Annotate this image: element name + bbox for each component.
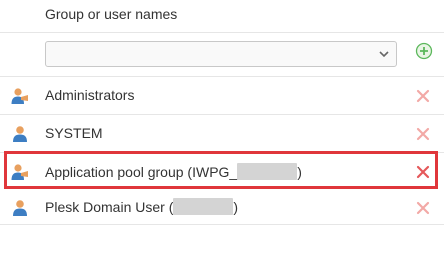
remove-icon[interactable] (415, 88, 431, 104)
add-principal-row (0, 33, 444, 77)
group-user-icon (11, 88, 28, 104)
remove-icon[interactable] (415, 164, 431, 180)
group-user-icon (11, 164, 28, 180)
column-title: Group or user names (45, 6, 178, 22)
list-item[interactable]: Administrators (0, 77, 444, 115)
user-icon (13, 126, 27, 142)
principal-name: Administrators (45, 87, 135, 103)
principal-name: Plesk Domain User () (45, 198, 239, 215)
principal-select[interactable] (45, 41, 397, 67)
principal-name: SYSTEM (45, 125, 103, 141)
remove-icon[interactable] (415, 126, 431, 142)
remove-icon[interactable] (415, 200, 431, 216)
header-row: Group or user names (0, 0, 444, 33)
add-icon[interactable] (415, 42, 433, 60)
permissions-panel: Group or user names Administrators SYSTE… (0, 0, 444, 258)
user-icon (13, 200, 27, 216)
chevron-down-icon (379, 51, 389, 58)
list-item[interactable]: Plesk Domain User () (0, 191, 444, 225)
redacted-mask (173, 198, 234, 215)
redacted-mask (237, 163, 298, 180)
principal-name: Application pool group (IWPG_) (45, 163, 302, 180)
list-item[interactable]: SYSTEM (0, 115, 444, 153)
list-item[interactable]: Application pool group (IWPG_) (0, 153, 444, 191)
